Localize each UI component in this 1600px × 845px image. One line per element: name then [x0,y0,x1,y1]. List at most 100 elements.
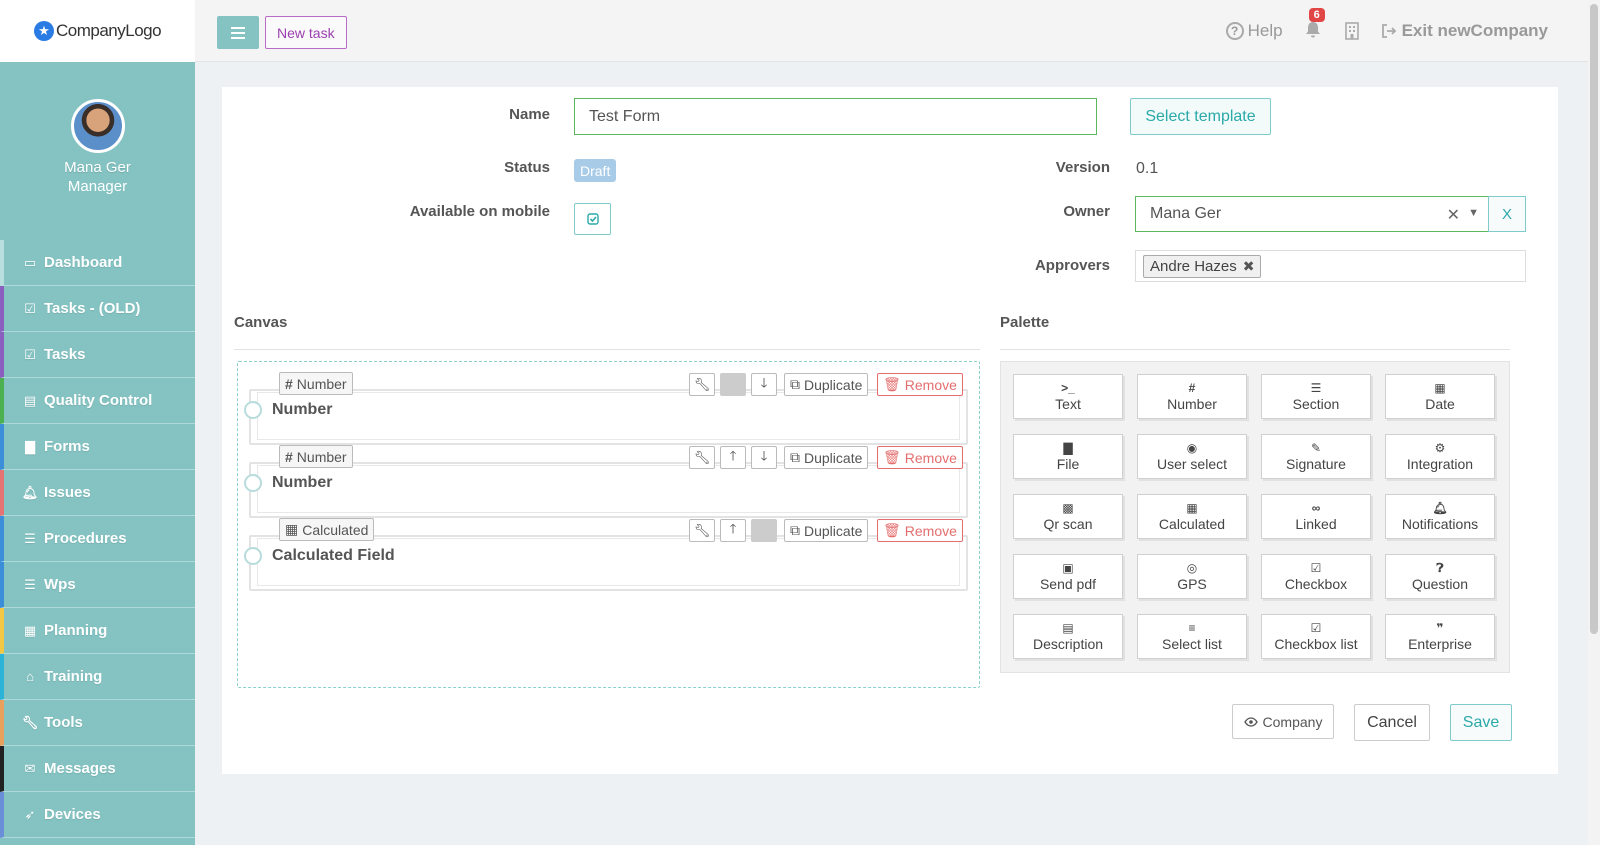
palette-item-label: Question [1411,576,1469,592]
status-label: Status [504,159,550,176]
arrow-down-icon: 🡓 [760,374,768,390]
palette-item-section[interactable]: ☰ Section [1261,374,1371,419]
palette-item-enterprise[interactable]: ❞ Enterprise [1385,614,1495,659]
sidebar-item-training[interactable]: ⌂ Training [0,654,195,700]
company-logo[interactable]: ★ CompanyLogo [0,0,195,62]
building-button[interactable] [1344,22,1359,40]
palette-item-file[interactable]: ▇ File [1013,434,1123,479]
name-input[interactable] [574,98,1097,135]
canvas-field[interactable]: # Number Number 🔧︎ 🡓 ⧉ Duplicate 🗑︎ Remove [244,372,968,445]
canvas-field[interactable]: # Number Number 🔧︎ 🡑 🡓 ⧉ Duplicate 🗑︎ Remove [244,445,968,518]
building-icon [1344,22,1359,40]
palette-item-calculated[interactable]: ▦ Calculated [1137,494,1247,539]
approvers-input[interactable]: Andre Hazes ✖ [1135,250,1526,282]
owner-clear-button[interactable]: X [1488,196,1526,232]
save-button[interactable]: Save [1450,704,1512,741]
duplicate-button[interactable]: ⧉ Duplicate [784,446,869,469]
field-settings-button[interactable]: 🔧︎ [689,519,715,542]
clear-selection-icon[interactable]: ✕ [1447,205,1460,225]
palette-item-integration[interactable]: ⚙ Integration [1385,434,1495,479]
remove-button[interactable]: 🗑︎ Remove [877,519,963,542]
palette-item-send-pdf[interactable]: ▣ Send pdf [1013,554,1123,599]
page-scrollbar[interactable] [1588,0,1600,845]
check-square-icon [586,213,599,225]
star-icon: ★ [34,21,54,41]
palette-item-linked[interactable]: ∞ Linked [1261,494,1371,539]
topbar-actions: ? Help 6 Exit newCompany [1204,8,1548,46]
trash-icon: 🗑︎ [883,449,901,465]
remove-button[interactable]: 🗑︎ Remove [877,373,963,396]
move-up-button[interactable]: 🡑 [720,446,746,469]
palette-item-checkbox[interactable]: ☑ Checkbox [1261,554,1371,599]
list-icon: ☰ [24,530,36,546]
version-value: 0.1 [1136,160,1159,177]
file-icon: ▇ [25,438,35,454]
cancel-button[interactable]: Cancel [1354,704,1430,741]
field-settings-button[interactable]: 🔧︎ [689,446,715,469]
palette-item-checkbox-list[interactable]: ☑ Checkbox list [1261,614,1371,659]
sidebar-item-tools[interactable]: 🔧︎ Tools [0,700,195,746]
eye-icon [1243,716,1258,727]
duplicate-button[interactable]: ⧉ Duplicate [784,373,869,396]
available-on-mobile-checkbox[interactable] [574,203,611,235]
sidebar-item-forms[interactable]: ▇ Forms [0,424,195,470]
palette-item-qr-scan[interactable]: ▩ Qr scan [1013,494,1123,539]
move-down-button[interactable]: 🡓 [751,446,777,469]
remove-button[interactable]: 🗑︎ Remove [877,446,963,469]
sidebar-item-dashboard[interactable]: ▭ Dashboard [0,240,195,286]
calculator-icon: ▦ [285,521,299,537]
company-button[interactable]: Company [1232,704,1334,739]
rocket-icon: ➶ [24,806,36,822]
sidebar-nav: ▭ Dashboard ☑ Tasks - (OLD) ☑ Tasks ▤ Quality C… [0,240,195,838]
menu-toggle-button[interactable] [217,16,259,49]
sidebar-item-tasks[interactable]: ☑ Tasks [0,332,195,378]
notifications-button[interactable]: 6 [1305,8,1325,41]
move-down-button[interactable]: 🡓 [751,373,777,396]
palette-item-question[interactable]: ❓︎ Question [1385,554,1495,599]
palette-item-number[interactable]: # Number [1137,374,1247,419]
palette-item-text[interactable]: >_ Text [1013,374,1123,419]
field-settings-button[interactable]: 🔧︎ [689,373,715,396]
remove-label: Remove [904,376,957,393]
palette-item-label: Enterprise [1408,636,1472,652]
duplicate-label: Duplicate [804,449,863,466]
help-link[interactable]: ? Help [1225,21,1283,41]
avatar[interactable] [70,99,125,153]
palette-item-date[interactable]: ▦ Date [1385,374,1495,419]
sidebar-item-wps[interactable]: ☰ Wps [0,562,195,608]
palette-item-user-select[interactable]: ◉ User select [1137,434,1247,479]
field-label: Calculated Field [272,547,395,564]
palette-item-description[interactable]: ▤ Description [1013,614,1123,659]
field-select-radio[interactable] [244,474,262,492]
exit-company-link[interactable]: Exit newCompany [1381,21,1548,41]
new-task-button[interactable]: New task [265,16,347,49]
check-square-icon: ☑ [24,300,36,316]
form-canvas[interactable]: # Number Number 🔧︎ 🡓 ⧉ Duplicate 🗑︎ Remove # Numbe… [237,361,980,688]
move-up-button[interactable]: 🡑 [720,519,746,542]
sidebar-item-tasks-old[interactable]: ☑ Tasks - (OLD) [0,286,195,332]
canvas-field[interactable]: ▦ Calculated Calculated Field 🔧︎ 🡑 ⧉ Duplicate… [244,518,968,591]
remove-label: Remove [904,449,957,466]
select-template-button[interactable]: Select template [1130,98,1271,135]
canvas-title: Canvas [234,314,288,331]
palette-item-signature[interactable]: ✎ Signature [1261,434,1371,479]
caret-down-icon[interactable]: ▼ [1468,207,1479,219]
duplicate-button[interactable]: ⧉ Duplicate [784,519,869,542]
sidebar-item-planning[interactable]: ▦ Planning [0,608,195,654]
sidebar-item-quality-control[interactable]: ▤ Quality Control [0,378,195,424]
sidebar-item-messages[interactable]: ✉ Messages [0,746,195,792]
field-select-radio[interactable] [244,547,262,565]
sidebar-item-procedures[interactable]: ☰ Procedures [0,516,195,562]
palette-item-select-list[interactable]: ≡ Select list [1137,614,1247,659]
logo-text: CompanyLogo [56,21,162,40]
owner-select[interactable]: Mana Ger ✕ ▼ [1135,196,1489,232]
field-select-radio[interactable] [244,401,262,419]
scrollbar-thumb[interactable] [1590,4,1598,634]
sidebar-item-issues[interactable]: 🔔︎ Issues [0,470,195,516]
palette-item-notifications[interactable]: 🔔︎ Notifications [1385,494,1495,539]
sidebar-item-devices[interactable]: ➶ Devices [0,792,195,838]
remove-approver-icon[interactable]: ✖ [1243,258,1255,275]
palette-item-label: Qr scan [1043,516,1093,532]
palette-item-gps[interactable]: ◎ GPS [1137,554,1247,599]
check-square-icon: ☑ [1310,561,1322,575]
